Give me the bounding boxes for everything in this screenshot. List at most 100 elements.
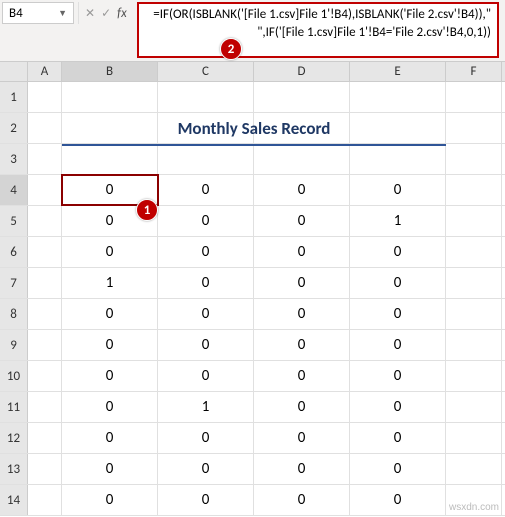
cell-B2[interactable]	[62, 113, 158, 143]
cell-C10[interactable]: 0	[158, 361, 254, 391]
cell-E6[interactable]: 0	[350, 237, 446, 267]
cell-F3[interactable]	[446, 144, 502, 174]
cell-B7[interactable]: 1	[62, 268, 158, 298]
cell-F1[interactable]	[446, 82, 502, 112]
select-all-corner[interactable]	[0, 62, 28, 81]
cell-B14[interactable]: 0	[62, 485, 158, 515]
formula-input[interactable]: =IF(OR(ISBLANK('[File 1.csv]File 1'!B4),…	[137, 2, 499, 58]
cell-C9[interactable]: 0	[158, 330, 254, 360]
cell-A13[interactable]	[28, 454, 62, 484]
cell-B12[interactable]: 0	[62, 423, 158, 453]
cell-F9[interactable]	[446, 330, 502, 360]
cell-E14[interactable]: 0	[350, 485, 446, 515]
cell-F12[interactable]	[446, 423, 502, 453]
cell-C12[interactable]: 0	[158, 423, 254, 453]
cell-C5[interactable]: 0	[158, 206, 254, 236]
row-header[interactable]: 12	[0, 423, 28, 453]
cell-A5[interactable]	[28, 206, 62, 236]
cell-F4[interactable]	[446, 175, 502, 205]
cell-B11[interactable]: 0	[62, 392, 158, 422]
row-header[interactable]: 6	[0, 237, 28, 267]
cell-D13[interactable]: 0	[254, 454, 350, 484]
cell-D1[interactable]	[254, 82, 350, 112]
cell-F2[interactable]	[446, 113, 502, 143]
cell-C3[interactable]	[158, 144, 254, 174]
cell-E5[interactable]: 1	[350, 206, 446, 236]
col-header-F[interactable]: F	[446, 62, 502, 81]
cell-D3[interactable]	[254, 144, 350, 174]
row-header[interactable]: 13	[0, 454, 28, 484]
col-header-B[interactable]: B	[62, 62, 158, 81]
cell-F11[interactable]	[446, 392, 502, 422]
cell-E10[interactable]: 0	[350, 361, 446, 391]
cell-A4[interactable]	[28, 175, 62, 205]
cell-C14[interactable]: 0	[158, 485, 254, 515]
cell-D5[interactable]: 0	[254, 206, 350, 236]
row-header[interactable]: 10	[0, 361, 28, 391]
cell-D2[interactable]	[254, 113, 350, 143]
cell-E3[interactable]	[350, 144, 446, 174]
row-header[interactable]: 1	[0, 82, 28, 112]
cancel-icon[interactable]: ✕	[85, 6, 95, 21]
chevron-down-icon[interactable]: ▼	[58, 8, 67, 19]
cell-D6[interactable]: 0	[254, 237, 350, 267]
col-header-A[interactable]: A	[28, 62, 62, 81]
cell-A3[interactable]	[28, 144, 62, 174]
cell-A12[interactable]	[28, 423, 62, 453]
cell-B13[interactable]: 0	[62, 454, 158, 484]
cell-C6[interactable]: 0	[158, 237, 254, 267]
cell-C8[interactable]: 0	[158, 299, 254, 329]
cell-B10[interactable]: 0	[62, 361, 158, 391]
cell-B3[interactable]	[62, 144, 158, 174]
cell-E4[interactable]: 0	[350, 175, 446, 205]
cell-D8[interactable]: 0	[254, 299, 350, 329]
cell-A6[interactable]	[28, 237, 62, 267]
cell-D7[interactable]: 0	[254, 268, 350, 298]
cell-D4[interactable]: 0	[254, 175, 350, 205]
fx-icon[interactable]: fx	[117, 6, 127, 21]
cell-D10[interactable]: 0	[254, 361, 350, 391]
cell-E2[interactable]	[350, 113, 446, 143]
row-header[interactable]: 5	[0, 206, 28, 236]
cell-F6[interactable]	[446, 237, 502, 267]
row-header[interactable]: 4	[0, 175, 28, 205]
cell-B9[interactable]: 0	[62, 330, 158, 360]
cell-C11[interactable]: 1	[158, 392, 254, 422]
cell-C13[interactable]: 0	[158, 454, 254, 484]
cell-D9[interactable]: 0	[254, 330, 350, 360]
row-header[interactable]: 9	[0, 330, 28, 360]
cell-C1[interactable]	[158, 82, 254, 112]
cell-C2[interactable]	[158, 113, 254, 143]
row-header[interactable]: 2	[0, 113, 28, 143]
cell-E12[interactable]: 0	[350, 423, 446, 453]
col-header-C[interactable]: C	[158, 62, 254, 81]
cell-E7[interactable]: 0	[350, 268, 446, 298]
cell-F13[interactable]	[446, 454, 502, 484]
row-header[interactable]: 14	[0, 485, 28, 515]
cell-D11[interactable]: 0	[254, 392, 350, 422]
cell-A1[interactable]	[28, 82, 62, 112]
cell-A11[interactable]	[28, 392, 62, 422]
col-header-E[interactable]: E	[350, 62, 446, 81]
row-header[interactable]: 3	[0, 144, 28, 174]
cell-E11[interactable]: 0	[350, 392, 446, 422]
spreadsheet-grid[interactable]: A B C D E F 1234000050001600007100080000…	[0, 62, 505, 516]
cell-A14[interactable]	[28, 485, 62, 515]
name-box[interactable]: B4 ▼	[2, 2, 74, 24]
cell-B1[interactable]	[62, 82, 158, 112]
cell-D14[interactable]: 0	[254, 485, 350, 515]
cell-E1[interactable]	[350, 82, 446, 112]
col-header-D[interactable]: D	[254, 62, 350, 81]
cell-B8[interactable]: 0	[62, 299, 158, 329]
enter-icon[interactable]: ✓	[101, 6, 111, 21]
cell-A10[interactable]	[28, 361, 62, 391]
row-header[interactable]: 7	[0, 268, 28, 298]
cell-A7[interactable]	[28, 268, 62, 298]
cell-F7[interactable]	[446, 268, 502, 298]
cell-C4[interactable]: 0	[158, 175, 254, 205]
cell-F8[interactable]	[446, 299, 502, 329]
cell-E9[interactable]: 0	[350, 330, 446, 360]
cell-F10[interactable]	[446, 361, 502, 391]
cell-F5[interactable]	[446, 206, 502, 236]
cell-C7[interactable]: 0	[158, 268, 254, 298]
